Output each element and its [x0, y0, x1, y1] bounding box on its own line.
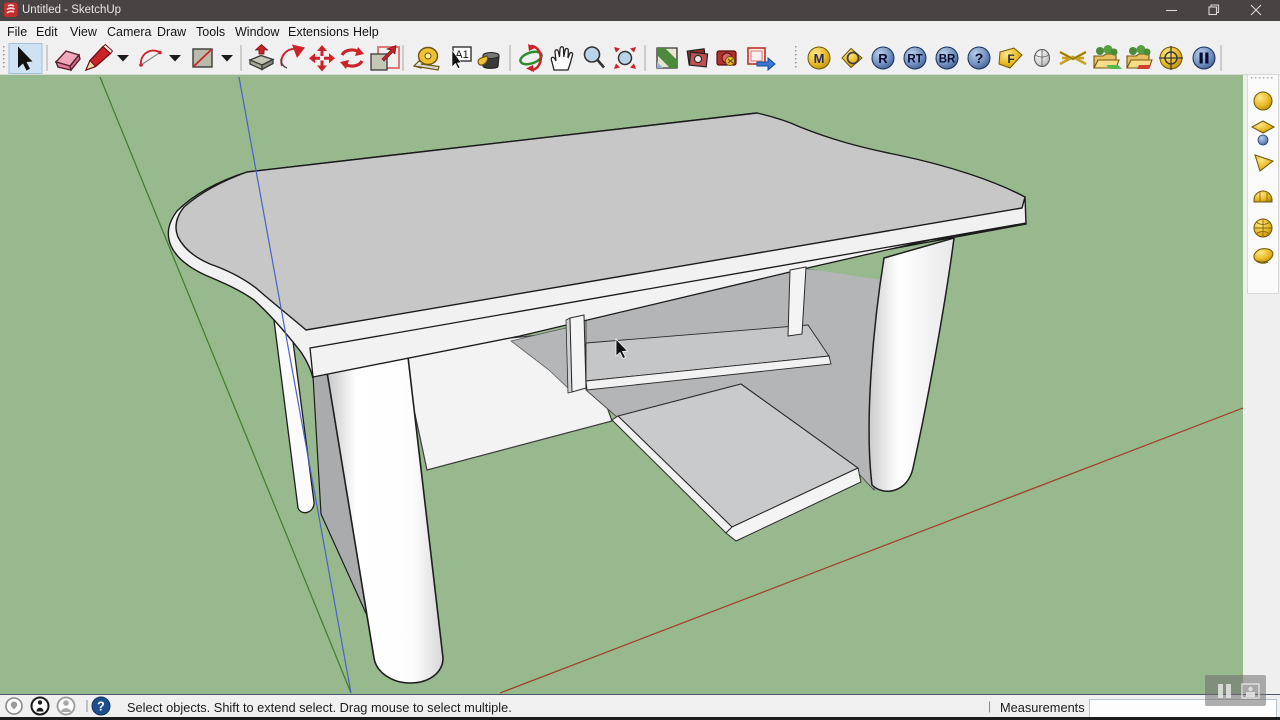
- svg-text:?: ?: [975, 50, 984, 66]
- svg-text:BR: BR: [939, 54, 956, 66]
- svg-text:RT: RT: [907, 54, 922, 66]
- svg-text:?: ?: [97, 700, 105, 714]
- svg-text:R: R: [878, 51, 888, 66]
- svg-text:M: M: [814, 51, 825, 66]
- svg-text:F: F: [1007, 52, 1014, 66]
